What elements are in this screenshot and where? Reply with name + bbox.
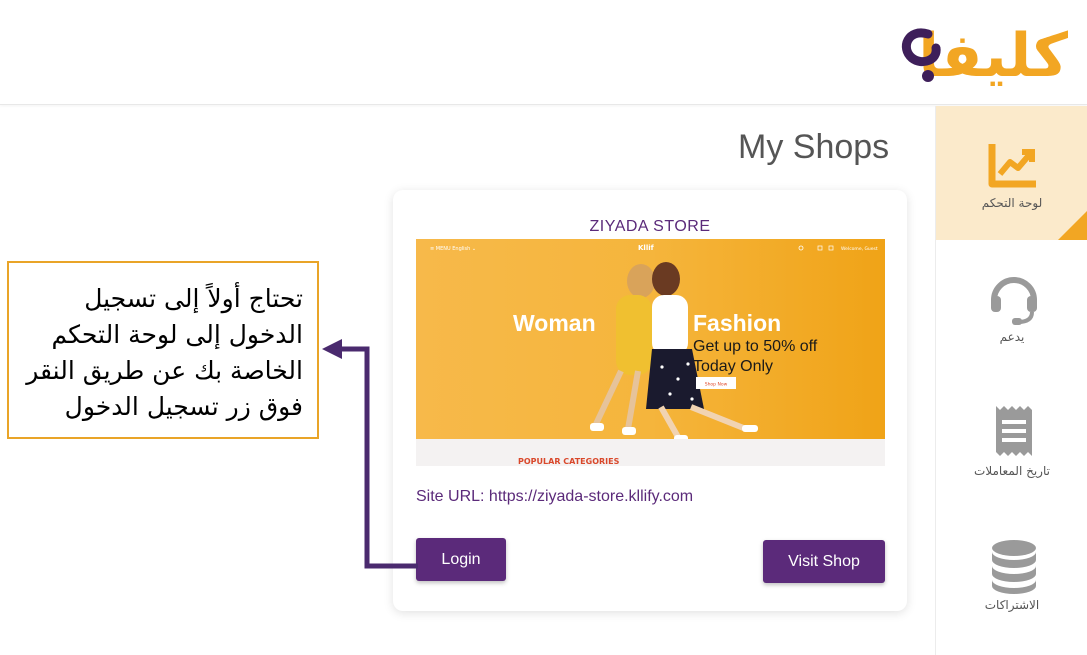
preview-banner-right: Fashion bbox=[693, 310, 781, 336]
receipt-icon bbox=[996, 406, 1032, 456]
store-preview-graphic: ≡ MENU English ⌄ Kllif Welcome, Guest Wo… bbox=[416, 239, 885, 466]
store-name: ZIYADA STORE bbox=[589, 218, 711, 235]
preview-section-title: POPULAR CATEGORIES bbox=[518, 457, 620, 466]
shop-card: ZIYADA STORE ≡ MENU English ⌄ Kllif Welc… bbox=[393, 190, 907, 611]
preview-banner-offer-2: Today Only bbox=[693, 358, 773, 375]
sidebar-item-label: يدعم bbox=[999, 330, 1025, 344]
preview-banner-left: Woman bbox=[513, 310, 596, 336]
site-url: Site URL: https://ziyada-store.kllify.co… bbox=[416, 488, 694, 505]
brand-logo[interactable]: كليفا bbox=[898, 22, 1068, 86]
sidebar-item-support[interactable]: يدعم bbox=[936, 240, 1087, 374]
preview-menu-label: ≡ MENU English ⌄ bbox=[430, 246, 476, 252]
sidebar: لوحة التحكم يدعم تاريخ المعاملات الاشترا… bbox=[935, 106, 1087, 655]
callout-text: تحتاج أولاً إلى تسجيل الدخول إلى لوحة ال… bbox=[26, 284, 303, 421]
preview-shop-now-label: Shop Now bbox=[705, 382, 728, 388]
sidebar-item-label: الاشتراكات bbox=[984, 598, 1040, 612]
chart-icon bbox=[988, 144, 1036, 188]
database-icon bbox=[992, 540, 1036, 594]
preview-banner-offer-1: Get up to 50% off bbox=[693, 338, 818, 355]
sidebar-item-label: لوحة التحكم bbox=[981, 196, 1043, 210]
sidebar-item-transactions[interactable]: تاريخ المعاملات bbox=[936, 374, 1087, 508]
visit-shop-button[interactable]: Visit Shop bbox=[763, 540, 885, 583]
preview-header-user: Welcome, Guest bbox=[841, 246, 878, 252]
instruction-callout: تحتاج أولاً إلى تسجيل الدخول إلى لوحة ال… bbox=[7, 261, 319, 439]
brand-logo-text: كليفا bbox=[918, 22, 1068, 86]
sidebar-item-label: تاريخ المعاملات bbox=[974, 464, 1050, 478]
headset-icon bbox=[991, 277, 1037, 325]
login-button[interactable]: Login bbox=[416, 538, 506, 581]
sidebar-item-dashboard[interactable]: لوحة التحكم bbox=[936, 106, 1087, 240]
active-corner-marker bbox=[1058, 210, 1087, 240]
top-bar: كليفا bbox=[0, 0, 1087, 105]
page-title: My Shops bbox=[738, 128, 890, 166]
sidebar-item-subscriptions[interactable]: الاشتراكات bbox=[936, 508, 1087, 642]
preview-site-logo: Kllif bbox=[638, 244, 655, 252]
store-preview-image[interactable]: ≡ MENU English ⌄ Kllif Welcome, Guest Wo… bbox=[416, 239, 885, 466]
